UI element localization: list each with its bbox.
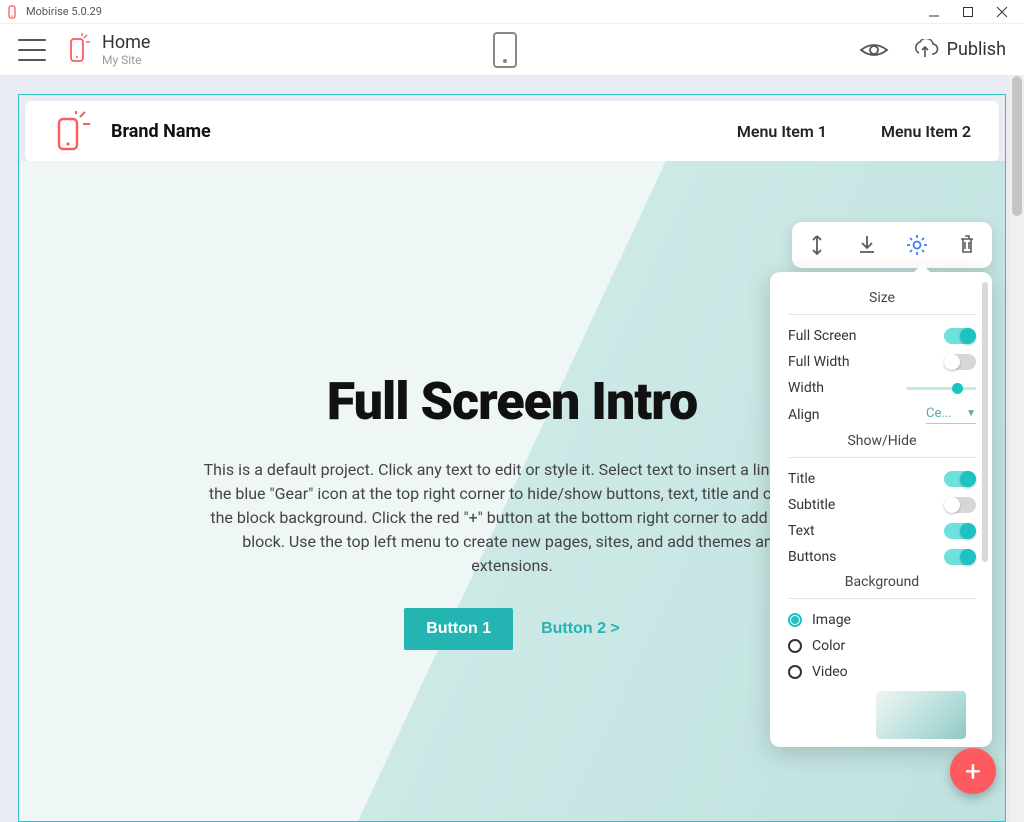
publish-button[interactable]: Publish [911,39,1006,61]
label-width: Width [788,380,824,396]
hero-button-secondary[interactable]: Button 2 > [541,608,620,650]
section-title-size: Size [788,286,976,315]
preview-button[interactable] [859,40,889,60]
window-title: Mobirise 5.0.29 [26,5,926,18]
label-subtitle: Subtitle [788,497,835,513]
section-title-background: Background [788,570,976,599]
move-block-button[interactable] [802,230,832,260]
toggle-title[interactable] [944,471,976,487]
gear-icon[interactable] [902,230,932,260]
radio-icon [788,665,802,679]
block-settings-panel: Size Full Screen Full Width Width Align C… [770,272,992,747]
radio-bg-video[interactable]: Video [788,659,976,685]
background-image-thumbnail[interactable] [876,691,966,739]
page-info[interactable]: Home My Site [68,32,150,68]
window-maximize-button[interactable] [960,4,976,20]
radio-bg-color[interactable]: Color [788,633,976,659]
dropdown-align[interactable]: Ce...▼ [926,406,976,424]
label-full-screen: Full Screen [788,328,856,344]
site-header-block[interactable]: Brand Name Menu Item 1 Menu Item 2 [25,101,999,161]
hero-title[interactable]: Full Screen Intro [149,371,875,432]
toggle-full-width[interactable] [944,354,976,370]
radio-icon [788,613,802,627]
panel-scrollbar[interactable] [982,282,988,737]
delete-block-button[interactable] [952,230,982,260]
window-titlebar: Mobirise 5.0.29 [0,0,1024,24]
hero-button-primary[interactable]: Button 1 [404,608,513,650]
toggle-buttons[interactable] [944,549,976,565]
hero-description[interactable]: This is a default project. Click any tex… [202,458,822,578]
canvas-area: Brand Name Menu Item 1 Menu Item 2 Full … [0,76,1024,822]
brand-logo-icon [53,111,93,151]
menu-button[interactable] [18,39,46,61]
window-minimize-button[interactable] [926,4,942,20]
canvas-scrollbar[interactable] [1010,76,1024,822]
section-title-showhide: Show/Hide [788,429,976,458]
block-toolbar [792,222,992,268]
radio-icon [788,639,802,653]
window-close-button[interactable] [994,4,1010,20]
site-name: My Site [102,53,150,67]
app-toolbar: Home My Site Publish [0,24,1024,76]
brand-name[interactable]: Brand Name [111,121,211,142]
app-icon [6,5,20,19]
page-name: Home [102,32,150,54]
publish-label: Publish [947,39,1006,60]
add-block-fab[interactable]: + [950,748,996,794]
device-preview-toggle[interactable] [493,32,517,68]
label-title-toggle: Title [788,471,815,487]
label-text: Text [788,523,815,539]
save-block-button[interactable] [852,230,882,260]
menu-item-1[interactable]: Menu Item 1 [737,122,827,141]
label-align: Align [788,407,820,423]
toggle-text[interactable] [944,523,976,539]
toggle-subtitle[interactable] [944,497,976,513]
radio-bg-image[interactable]: Image [788,607,976,633]
label-full-width: Full Width [788,354,850,370]
toggle-full-screen[interactable] [944,328,976,344]
label-buttons: Buttons [788,549,836,565]
slider-width[interactable] [906,387,976,390]
page-icon [68,33,90,65]
chevron-down-icon: ▼ [966,408,976,419]
menu-item-2[interactable]: Menu Item 2 [881,122,971,141]
